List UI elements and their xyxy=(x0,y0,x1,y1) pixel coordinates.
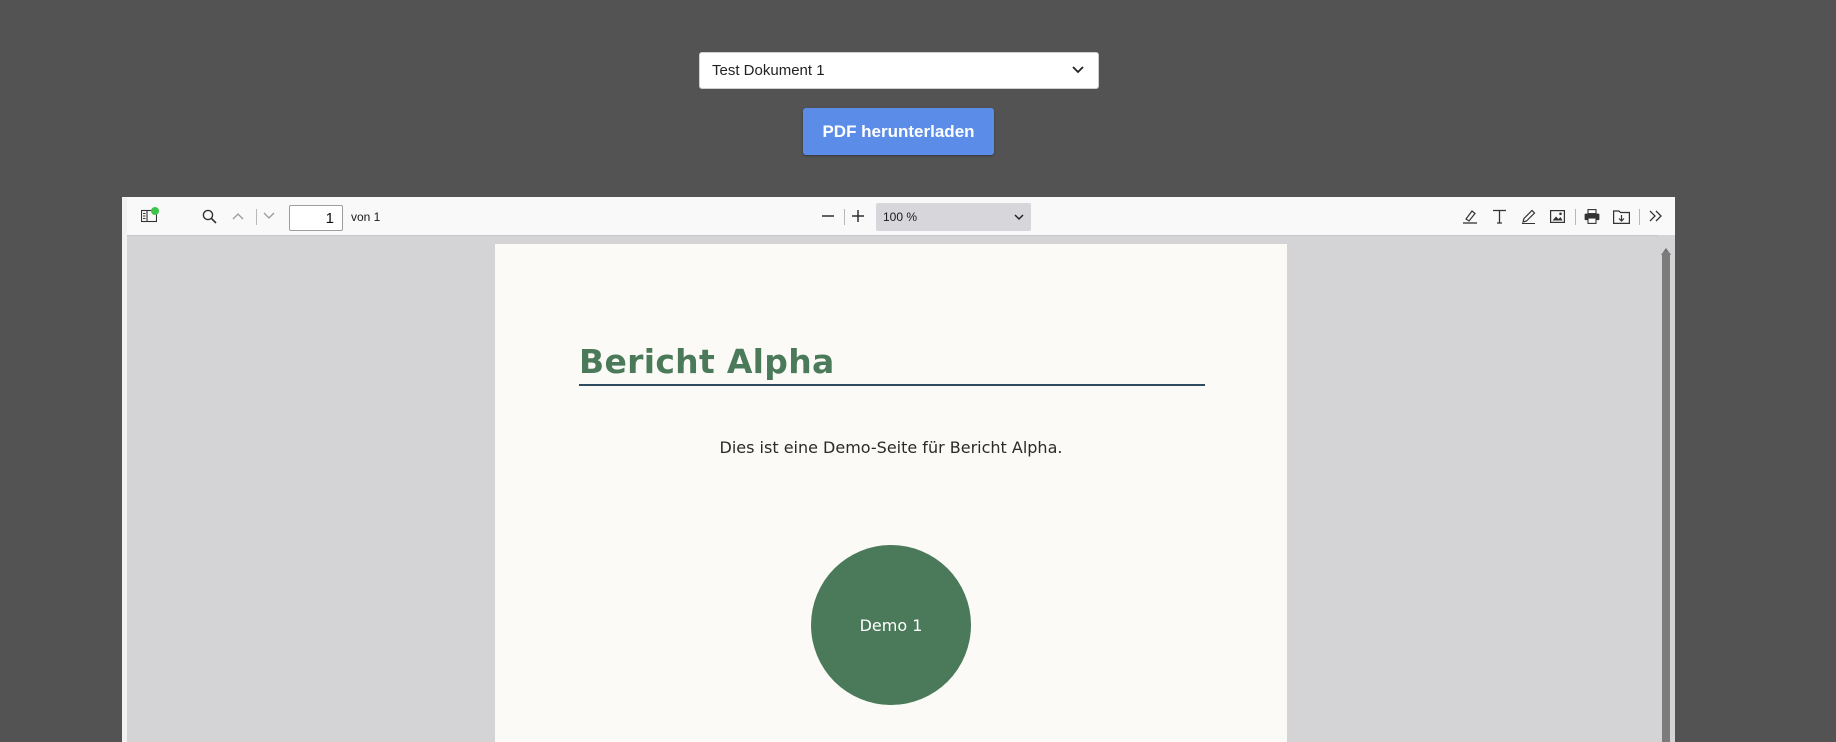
download-pdf-button[interactable]: PDF herunterladen xyxy=(803,108,994,155)
demo-circle-label: Demo 1 xyxy=(859,615,923,635)
toolbar-separator xyxy=(256,209,257,225)
save-icon[interactable] xyxy=(1609,197,1633,235)
document-select-value: Test Dokument 1 xyxy=(712,62,825,79)
document-select[interactable]: Test Dokument 1 xyxy=(699,52,1099,89)
previous-page-icon[interactable] xyxy=(227,197,249,235)
title-underline xyxy=(579,384,1205,386)
toolbar-separator xyxy=(844,209,845,225)
vertical-scrollbar[interactable] xyxy=(1658,235,1675,742)
demo-circle: Demo 1 xyxy=(811,545,971,705)
print-icon[interactable] xyxy=(1580,197,1604,235)
scrollbar-thumb[interactable] xyxy=(1662,251,1670,742)
chevron-down-icon xyxy=(1014,210,1024,224)
more-tools-icon[interactable] xyxy=(1644,197,1668,235)
pdf-page: Bericht Alpha Dies ist eine Demo-Seite f… xyxy=(495,244,1287,742)
viewer-toolbar: 1 von 1 100 % xyxy=(127,197,1675,236)
page-body-text: Dies ist eine Demo-Seite für Bericht Alp… xyxy=(719,438,1063,457)
zoom-value: 100 % xyxy=(883,210,918,224)
page-number-input[interactable]: 1 xyxy=(289,205,343,231)
notification-dot xyxy=(151,207,159,215)
search-icon[interactable] xyxy=(197,197,221,235)
pdf-viewer: 1 von 1 100 % Bericht Alpha Dies ist ein… xyxy=(122,197,1675,742)
sidebar-toggle-icon[interactable] xyxy=(137,197,161,235)
toolbar-separator xyxy=(1575,209,1576,225)
next-page-icon[interactable] xyxy=(258,197,280,235)
zoom-out-icon[interactable] xyxy=(817,197,839,235)
zoom-select[interactable]: 100 % xyxy=(876,203,1031,231)
text-icon[interactable] xyxy=(1487,197,1511,235)
highlight-icon[interactable] xyxy=(1458,197,1482,235)
chevron-down-icon xyxy=(1070,61,1086,81)
draw-icon[interactable] xyxy=(1516,197,1540,235)
page-title: Bericht Alpha xyxy=(579,342,835,381)
image-icon[interactable] xyxy=(1545,197,1569,235)
toolbar-separator xyxy=(1639,209,1640,225)
zoom-in-icon[interactable] xyxy=(847,197,869,235)
page-total-label: von 1 xyxy=(351,210,381,224)
